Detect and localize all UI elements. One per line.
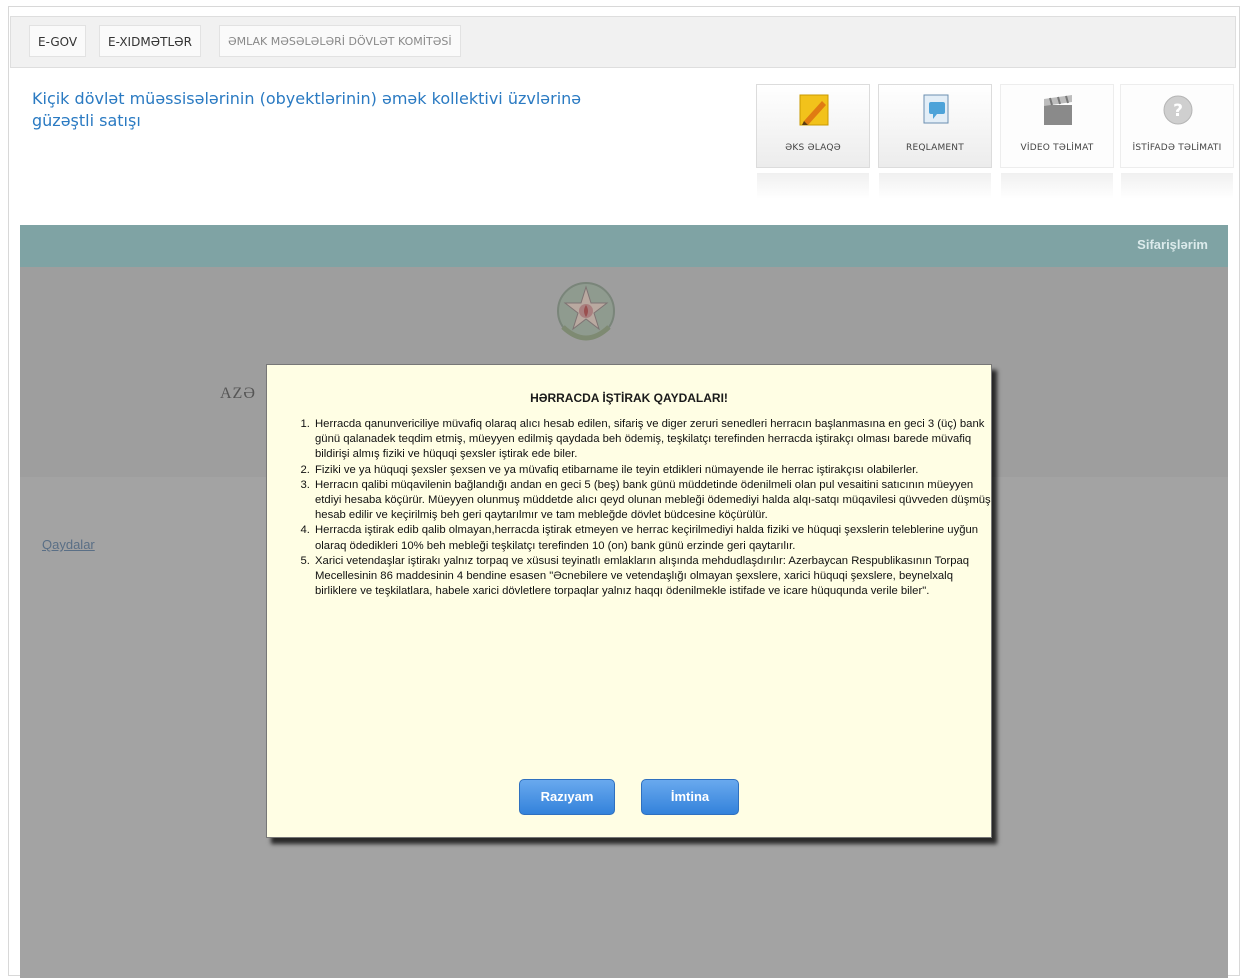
rule-item: Xarici vetendaşlar iştirakı yalnız torpa… (313, 554, 993, 600)
note-pencil-icon (799, 94, 829, 126)
rule-item: Herracda qanunvericiliye müvafiq olaraq … (313, 417, 993, 463)
nav-bar: Sifarişlərim (20, 225, 1228, 267)
regulation-label: REQLAMENT (906, 143, 964, 153)
rules-link[interactable]: Qaydalar (42, 537, 95, 552)
breadcrumb-committee[interactable]: ƏMLAK MƏSƏLƏLƏRİ DÖVLƏT KOMİTƏSİ (219, 25, 461, 57)
usage-guide-label: İSTİFADƏ TƏLİMATI (1132, 143, 1222, 153)
usage-guide-button[interactable]: ? İSTİFADƏ TƏLİMATI (1120, 84, 1234, 199)
rules-list: Herracda qanunvericiliye müvafiq olaraq … (291, 417, 993, 599)
rule-item: Herracın qalibi müqavilenin bağlandığı a… (313, 478, 993, 524)
rules-dialog: HƏRRACDA İŞTİRAK QAYDALARI! Herracda qan… (266, 364, 992, 838)
feedback-label: ƏKS ƏLAQƏ (785, 143, 841, 153)
rule-item: Fiziki ve ya hüquqi şexsler şexsen ve ya… (313, 463, 993, 478)
dialog-title: HƏRRACDA İŞTİRAK QAYDALARI! (530, 391, 728, 405)
help-icon: ? (1163, 95, 1193, 125)
agree-button[interactable]: Razıyam (519, 779, 615, 815)
refuse-button[interactable]: İmtina (641, 779, 739, 815)
my-orders-link[interactable]: Sifarişlərim (1137, 237, 1208, 252)
breadcrumb-e-services[interactable]: E-XIDMƏTLƏR (99, 25, 201, 57)
clapperboard-icon (1044, 95, 1072, 125)
feedback-button[interactable]: ƏKS ƏLAQƏ (756, 84, 870, 199)
regulation-button[interactable]: REQLAMENT (878, 84, 992, 199)
video-tutorial-button[interactable]: VİDEO TƏLİMAT (1000, 84, 1114, 199)
rule-item: Herracda iştirak edib qalib olmayan,herr… (313, 523, 993, 553)
breadcrumb-egov[interactable]: E-GOV (29, 25, 87, 57)
document-chat-icon (923, 94, 949, 124)
background-heading-fragment: AZƏ (220, 385, 256, 402)
breadcrumb: E-GOV E-XIDMƏTLƏR ƏMLAK MƏSƏLƏLƏRİ DÖVLƏ… (10, 16, 1236, 68)
page-title: Kiçik dövlət müəssisələrinin (obyektləri… (32, 89, 582, 130)
svg-text:?: ? (1173, 101, 1183, 121)
state-emblem-icon (557, 282, 615, 341)
video-tutorial-label: VİDEO TƏLİMAT (1020, 143, 1094, 153)
